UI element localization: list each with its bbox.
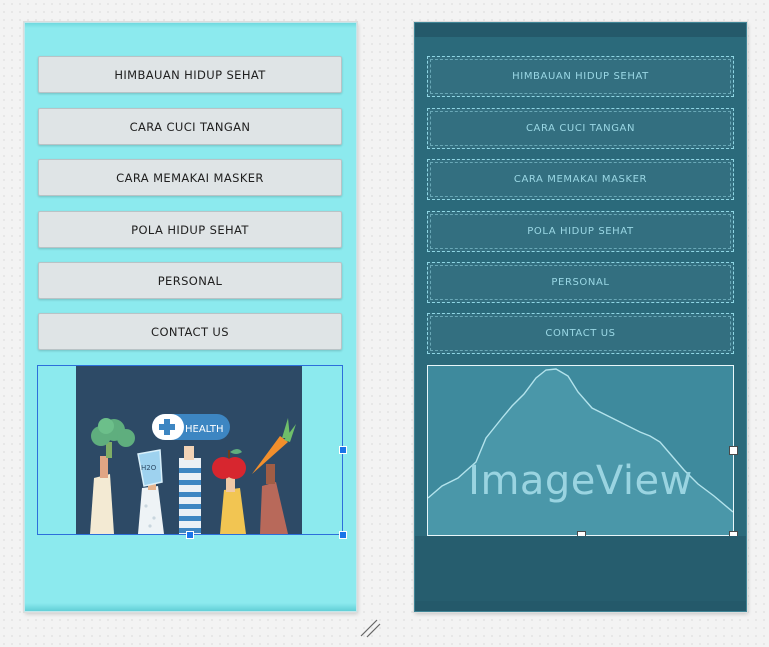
- design-button-cara-cuci-tangan[interactable]: CARA CUCI TANGAN: [38, 108, 342, 145]
- design-status-bar: [25, 23, 356, 28]
- design-button-pola-hidup-sehat[interactable]: POLA HIDUP SEHAT: [38, 211, 342, 248]
- mountain-placeholder-icon: [428, 368, 733, 535]
- health-illustration: H2O HEALTH: [76, 366, 302, 534]
- imageview-label: ImageView: [468, 458, 693, 504]
- resize-handle-bottom-right[interactable]: [339, 531, 347, 539]
- blueprint-button-himbauan-hidup-sehat[interactable]: HIMBAUAN HIDUP SEHAT: [427, 56, 734, 97]
- blueprint-status-bar: [415, 23, 746, 37]
- blueprint-resize-handle-right[interactable]: [729, 446, 738, 455]
- health-badge: HEALTH: [152, 414, 230, 440]
- design-image-view[interactable]: H2O HEALTH: [37, 365, 347, 539]
- badge-text: HEALTH: [185, 424, 224, 435]
- blueprint-empty-area: [415, 536, 746, 601]
- blueprint-navigation-bar: [415, 601, 746, 611]
- resize-grip-icon[interactable]: [359, 616, 383, 640]
- resize-handle-bottom[interactable]: [186, 531, 194, 539]
- blueprint-button-cara-memakai-masker[interactable]: CARA MEMAKAI MASKER: [427, 159, 734, 200]
- design-button-himbauan-hidup-sehat[interactable]: HIMBAUAN HIDUP SEHAT: [38, 56, 342, 93]
- blueprint-view-device: HIMBAUAN HIDUP SEHAT CARA CUCI TANGAN CA…: [414, 22, 747, 612]
- design-navigation-bar: [25, 603, 356, 611]
- design-button-contact-us[interactable]: CONTACT US: [38, 313, 342, 350]
- blueprint-button-pola-hidup-sehat[interactable]: POLA HIDUP SEHAT: [427, 211, 734, 252]
- blueprint-image-view[interactable]: ImageView: [427, 365, 738, 540]
- design-button-personal[interactable]: PERSONAL: [38, 262, 342, 299]
- glass-label: H2O: [141, 464, 157, 472]
- blueprint-button-personal[interactable]: PERSONAL: [427, 262, 734, 303]
- blueprint-button-contact-us[interactable]: CONTACT US: [427, 313, 734, 354]
- blueprint-button-cara-cuci-tangan[interactable]: CARA CUCI TANGAN: [427, 108, 734, 149]
- design-view-device: HIMBAUAN HIDUP SEHAT CARA CUCI TANGAN CA…: [24, 22, 357, 612]
- design-button-cara-memakai-masker[interactable]: CARA MEMAKAI MASKER: [38, 159, 342, 196]
- resize-handle-right[interactable]: [339, 446, 347, 454]
